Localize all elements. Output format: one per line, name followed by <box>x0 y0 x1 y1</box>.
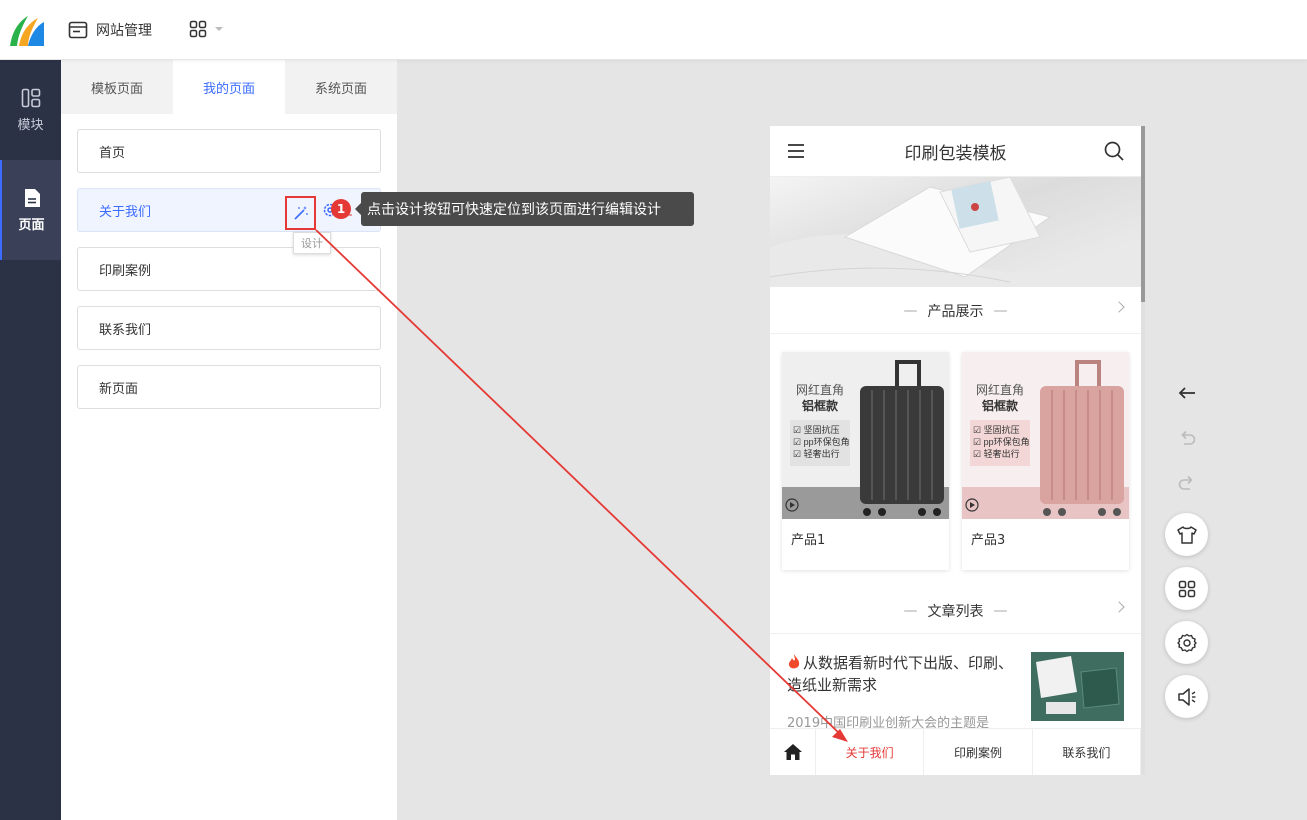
product-subtitle: 铝框款 <box>802 398 839 413</box>
chevron-right-icon <box>1113 601 1125 613</box>
left-rail: 模块 页面 <box>0 60 61 820</box>
announcement-button[interactable] <box>1165 675 1208 718</box>
page-panel: 模板页面 我的页面 系统页面 首页 关于我们 印刷案例 联系我们 新页面 <box>61 60 397 820</box>
product-feature: ☑ 坚固抗压 <box>793 424 840 435</box>
product-name: 产品3 <box>971 533 1006 548</box>
rail-item-pages-label: 页面 <box>18 217 45 233</box>
hamburger-menu-icon[interactable] <box>787 142 805 160</box>
announcement-icon <box>1177 687 1195 706</box>
phone-banner-image <box>770 177 1141 287</box>
article-item[interactable]: 从数据看新时代下出版、印刷、造纸业新需求 2019中国印刷业创新大会的主题是 <box>770 634 1141 731</box>
settings-gear-icon <box>1176 633 1197 652</box>
tab-my-pages[interactable]: 我的页面 <box>173 60 285 114</box>
nav-about-us[interactable]: 关于我们 <box>816 729 925 775</box>
title-dash: — <box>903 602 918 619</box>
nav-print-cases[interactable]: 印刷案例 <box>924 729 1033 775</box>
phone-bottom-nav: 关于我们 印刷案例 联系我们 <box>770 728 1141 775</box>
product-card[interactable]: 网红直角 铝框款 ☑ 坚固抗压 ☑ pp环保包角 ☑ 轻奢出行 <box>782 352 949 570</box>
section-articles-header[interactable]: — 文章列表 — <box>770 588 1141 634</box>
rail-item-pages[interactable]: 页面 <box>0 160 61 260</box>
product-name: 产品1 <box>791 533 826 548</box>
section-articles-title: 文章列表 <box>927 603 984 620</box>
product-feature: ☑ pp环保包角 <box>973 436 1030 447</box>
apps-grid-icon <box>189 20 207 38</box>
design-button[interactable] <box>285 196 316 230</box>
article-title: 从数据看新时代下出版、印刷、造纸业新需求 <box>787 652 1022 696</box>
rail-item-modules[interactable]: 模块 <box>0 60 61 160</box>
top-bar: 网站管理 <box>0 0 1307 60</box>
product-image: 网红直角 铝框款 ☑ 坚固抗压 ☑ pp环保包角 ☑ 轻奢出行 <box>962 352 1129 519</box>
phone-preview: 印刷包装模板 — 产品展示 — 网红直角 铝框款 ☑ 坚固抗压 ☑ pp环保包角… <box>770 126 1145 775</box>
magic-wand-icon <box>293 206 308 220</box>
design-hint-tooltip: 设计 <box>293 232 331 254</box>
page-item-contact-us[interactable]: 联系我们 <box>77 306 381 350</box>
product-feature: ☑ pp环保包角 <box>793 436 850 447</box>
product-image: 网红直角 铝框款 ☑ 坚固抗压 ☑ pp环保包角 ☑ 轻奢出行 <box>782 352 949 519</box>
product-feature: ☑ 坚固抗压 <box>973 424 1020 435</box>
site-management-label: 网站管理 <box>96 23 152 39</box>
module-icon <box>21 88 40 107</box>
settings-button[interactable] <box>1165 621 1208 664</box>
nav-contact-us[interactable]: 联系我们 <box>1033 729 1141 775</box>
title-dash: — <box>993 302 1008 319</box>
fire-icon <box>788 654 800 669</box>
title-dash: — <box>993 602 1008 619</box>
tab-system-pages[interactable]: 系统页面 <box>285 60 397 114</box>
modules-button[interactable] <box>1165 567 1208 610</box>
product-headline: 网红直角 <box>796 382 844 397</box>
phone-scrollbar[interactable] <box>1141 126 1145 775</box>
page-item-print-cases[interactable]: 印刷案例 <box>77 247 381 291</box>
product-card[interactable]: 网红直角 铝框款 ☑ 坚固抗压 ☑ pp环保包角 ☑ 轻奢出行 <box>962 352 1129 570</box>
banner-book-picture <box>770 177 1141 287</box>
page-item-new-page[interactable]: 新页面 <box>77 365 381 409</box>
modules-grid-icon <box>1178 580 1195 597</box>
theme-button[interactable] <box>1165 513 1208 556</box>
product-headline: 网红直角 <box>976 382 1024 397</box>
undo-button[interactable] <box>1176 427 1198 449</box>
product-subtitle: 铝框款 <box>982 398 1019 413</box>
chevron-right-icon <box>1113 301 1125 313</box>
back-arrow-icon <box>1178 387 1195 399</box>
step-badge: 1 <box>331 199 351 219</box>
guide-tooltip: 点击设计按钮可快速定位到该页面进行编辑设计 <box>355 192 694 226</box>
nav-home-button[interactable] <box>770 729 816 775</box>
search-icon[interactable] <box>1104 141 1124 161</box>
logo[interactable] <box>8 12 46 48</box>
site-management-icon <box>68 21 88 39</box>
chevron-down-icon <box>215 27 223 31</box>
page-item-home[interactable]: 首页 <box>77 129 381 173</box>
phone-header: 印刷包装模板 <box>770 126 1141 177</box>
undo-icon <box>1181 430 1196 445</box>
back-button[interactable] <box>1176 382 1198 404</box>
apps-menu-button[interactable] <box>189 20 223 38</box>
home-icon <box>783 744 802 760</box>
section-products-header[interactable]: — 产品展示 — <box>770 288 1141 334</box>
phone-site-title: 印刷包装模板 <box>904 143 1007 164</box>
theme-shirt-icon <box>1176 525 1197 544</box>
redo-icon <box>1178 475 1193 490</box>
title-dash: — <box>903 302 918 319</box>
product-feature: ☑ 轻奢出行 <box>973 448 1020 459</box>
redo-button[interactable] <box>1176 472 1198 494</box>
product-feature: ☑ 轻奢出行 <box>793 448 840 459</box>
page-icon <box>24 188 40 207</box>
page-tabs: 模板页面 我的页面 系统页面 <box>61 60 397 114</box>
scrollbar-thumb[interactable] <box>1141 126 1145 302</box>
article-title-text: 从数据看新时代下出版、印刷、造纸业新需求 <box>787 654 1014 694</box>
section-products-title: 产品展示 <box>927 303 984 320</box>
tab-template-pages[interactable]: 模板页面 <box>61 60 173 114</box>
site-management-button[interactable]: 网站管理 <box>68 19 152 41</box>
rail-item-modules-label: 模块 <box>17 117 44 133</box>
article-thumbnail <box>1031 652 1124 721</box>
